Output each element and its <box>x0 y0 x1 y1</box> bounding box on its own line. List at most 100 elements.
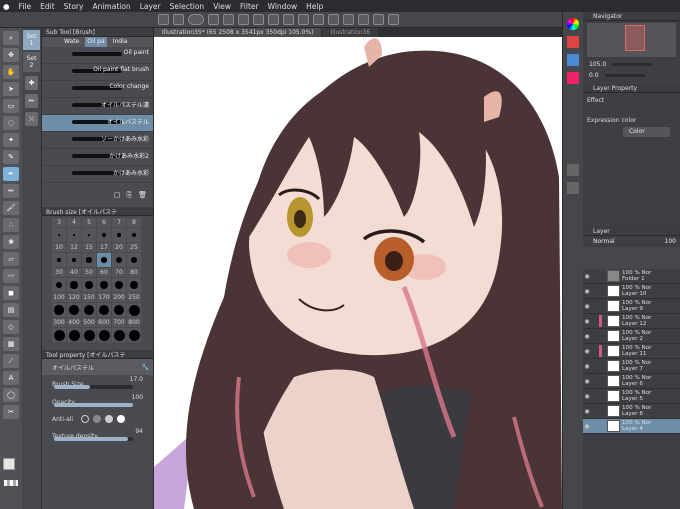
layer-row[interactable]: ◉ 100 % Nor Layer 6 <box>583 374 680 389</box>
set-1-tab[interactable]: Set 1 <box>23 30 40 50</box>
menu-help[interactable]: Help <box>306 2 323 11</box>
layer-row[interactable]: ◉ 100 % Nor Layer 2 <box>583 329 680 344</box>
menu-layer[interactable]: Layer <box>140 2 161 11</box>
layer-opacity-value[interactable]: 100 <box>665 238 676 245</box>
opacity-row[interactable]: Opacity 100 <box>42 393 153 411</box>
brush-item[interactable]: かけあみ水彩 <box>42 166 153 183</box>
brush-size-option[interactable] <box>112 253 126 267</box>
transparent-swatch[interactable] <box>4 480 18 486</box>
visibility-eye-icon[interactable]: ◉ <box>583 408 591 415</box>
brush-size-row[interactable]: Brush Size 17.0 <box>42 375 153 393</box>
navigator-thumbnail[interactable] <box>625 25 645 51</box>
brush-size-option[interactable] <box>97 253 111 267</box>
brush-item[interactable]: Oil paint <box>42 47 153 64</box>
document-tab-active[interactable]: Illustration35* (65 2508 x 3541px 350dpi… <box>154 28 322 37</box>
illustration-canvas[interactable] <box>154 37 562 509</box>
brush-size-option[interactable] <box>67 253 81 267</box>
brush-size-option[interactable] <box>82 278 96 292</box>
snap-icon[interactable] <box>373 14 384 25</box>
wrench-icon[interactable]: 🔧 <box>142 364 149 371</box>
antialias-none-icon[interactable] <box>81 415 90 423</box>
brush-size-option[interactable] <box>67 328 81 342</box>
figure-tool-icon[interactable]: ◇ <box>3 320 19 334</box>
brush-size-option[interactable] <box>97 278 111 292</box>
transform-icon[interactable] <box>298 14 309 25</box>
brush-item[interactable]: オイルパステル濃 <box>42 98 153 115</box>
tab-india-ink[interactable]: India <box>113 37 128 47</box>
frame-tool-icon[interactable]: ▦ <box>3 337 19 351</box>
new-file-icon[interactable] <box>208 14 219 25</box>
grip-icon[interactable]: ✚ <box>25 76 38 90</box>
opacity-slider[interactable] <box>54 403 133 407</box>
pen-tool-icon[interactable]: ✒ <box>3 167 19 181</box>
menu-animation[interactable]: Animation <box>92 2 130 11</box>
zoom-slider[interactable] <box>612 63 653 66</box>
layer-row[interactable]: ◉ 100 % Nor Folder 1 <box>583 269 680 284</box>
visibility-eye-icon[interactable]: ◉ <box>583 273 591 280</box>
visibility-eye-icon[interactable]: ◉ <box>583 348 591 355</box>
texture-density-slider[interactable] <box>54 437 133 441</box>
brush-size-option[interactable] <box>82 303 96 317</box>
layer-row[interactable]: ◉ 100 % Nor Layer 7 <box>583 359 680 374</box>
visibility-eye-icon[interactable]: ◉ <box>583 303 591 310</box>
app-logo-icon[interactable]: ● <box>3 2 10 11</box>
correct-line-tool-icon[interactable]: ✂ <box>3 405 19 419</box>
visibility-eye-icon[interactable]: ◉ <box>583 288 591 295</box>
brush-size-option[interactable] <box>127 328 141 342</box>
brush-item[interactable]: Color change <box>42 81 153 98</box>
antialias-medium-icon[interactable] <box>105 415 114 423</box>
brush-size-option[interactable] <box>127 253 141 267</box>
brush-size-option[interactable] <box>52 328 66 342</box>
marker-icon[interactable]: ✏ <box>25 94 38 108</box>
antialias-row[interactable]: Anti-ali <box>42 411 153 427</box>
operation-tool-icon[interactable]: ➤ <box>3 82 19 96</box>
undo-icon[interactable] <box>253 14 264 25</box>
save-icon[interactable] <box>238 14 249 25</box>
invert-selection-icon[interactable] <box>328 14 339 25</box>
brush-size-option[interactable] <box>127 303 141 317</box>
brush-size-option[interactable] <box>112 328 126 342</box>
wand-tool-icon[interactable]: ✦ <box>3 133 19 147</box>
eraser-tool-icon[interactable]: ▱ <box>3 252 19 266</box>
set-2-tab[interactable]: Set 2 <box>23 52 40 72</box>
brush-tool-icon[interactable]: 🖌 <box>3 201 19 215</box>
brush-item[interactable]: かけあみ水彩2 <box>42 149 153 166</box>
blend-tool-icon[interactable]: 〰 <box>3 269 19 283</box>
brush-item[interactable]: オイルパステル <box>42 115 153 132</box>
gradient-tool-icon[interactable]: ▤ <box>3 303 19 317</box>
clear-icon[interactable] <box>283 14 294 25</box>
visibility-eye-icon[interactable]: ◉ <box>583 423 591 430</box>
fill-icon[interactable] <box>343 14 354 25</box>
layer-property-strip-icon[interactable] <box>567 182 579 194</box>
lasso-tool-icon[interactable]: ◌ <box>3 116 19 130</box>
eye-view-icon[interactable] <box>188 14 204 25</box>
settings-icon[interactable] <box>173 14 184 25</box>
brush-size-option[interactable] <box>52 303 66 317</box>
menu-window[interactable]: Window <box>268 2 298 11</box>
layer-row[interactable]: ◉ 100 % Nor Layer 4 <box>583 419 680 434</box>
tab-oil-paint[interactable]: Oil pa <box>85 37 107 47</box>
brush-size-option[interactable] <box>67 303 81 317</box>
brush-size-option[interactable] <box>112 228 126 242</box>
visibility-eye-icon[interactable]: ◉ <box>583 393 591 400</box>
grid-icon[interactable] <box>158 14 169 25</box>
text-tool-icon[interactable]: A <box>3 371 19 385</box>
rotate-slider[interactable] <box>604 74 645 77</box>
navigator-zoom-value[interactable]: 105.0 <box>589 61 606 68</box>
brush-size-option[interactable] <box>82 253 96 267</box>
brush-size-option[interactable] <box>82 328 96 342</box>
decoration-tool-icon[interactable]: ❀ <box>3 235 19 249</box>
navigator-rotation-value[interactable]: 0.0 <box>589 72 599 79</box>
layer-row[interactable]: ◉ 100 % Nor Layer 5 <box>583 389 680 404</box>
layer-row[interactable]: ◉ 100 % Nor Layer 11 <box>583 344 680 359</box>
color-wheel-icon[interactable] <box>567 18 579 30</box>
airbrush-tool-icon[interactable]: ∴ <box>3 218 19 232</box>
document-tab-2[interactable]: Illustration36 <box>322 28 379 37</box>
brush-item[interactable]: Oil paint flat brush <box>42 64 153 81</box>
antialias-weak-icon[interactable] <box>93 415 102 423</box>
main-color-swatch[interactable] <box>3 458 15 470</box>
antialias-strong-icon[interactable] <box>117 415 126 423</box>
menu-filter[interactable]: Filter <box>240 2 259 11</box>
pen-icon[interactable] <box>358 14 369 25</box>
brush-size-option[interactable] <box>67 278 81 292</box>
